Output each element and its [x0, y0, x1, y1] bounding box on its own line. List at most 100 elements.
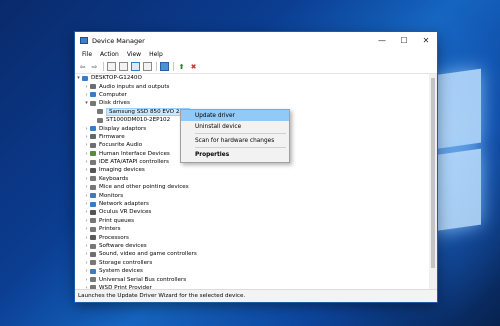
view-icon[interactable] [143, 62, 152, 71]
expand-arrow-icon[interactable]: › [83, 167, 90, 173]
show-hide-console-tree-icon[interactable] [107, 62, 116, 71]
expand-arrow-icon[interactable]: › [83, 218, 90, 224]
tree-item-label: Monitors [99, 192, 124, 199]
printer-icon [90, 226, 96, 232]
scan-hardware-icon[interactable] [160, 62, 169, 71]
tree-category-item[interactable]: › Audio inputs and outputs [75, 82, 429, 90]
uninstall-icon[interactable]: ✖ [189, 62, 198, 71]
expand-arrow-icon[interactable]: › [83, 184, 90, 190]
tree-item-label: Sound, video and game controllers [99, 251, 197, 258]
menu-file[interactable]: File [78, 51, 96, 58]
controller-icon [90, 260, 96, 266]
expand-arrow-icon[interactable]: › [83, 209, 90, 215]
expand-arrow-icon[interactable]: › [83, 84, 90, 90]
tree-item-label: ST1000DM010-2EP102 [106, 117, 171, 124]
tree-item-label: Display adaptors [99, 125, 147, 132]
device-manager-icon [80, 37, 88, 44]
update-driver-icon[interactable]: ⬆ [177, 62, 186, 71]
tree-category-item[interactable]: › Printers [75, 225, 429, 233]
speaker-icon [90, 142, 96, 148]
expand-arrow-icon[interactable]: › [83, 142, 90, 148]
expand-arrow-icon[interactable]: › [83, 193, 90, 199]
tree-root[interactable]: ▾ DESKTOP-G1240O [75, 74, 429, 82]
expand-arrow-icon[interactable]: › [83, 92, 90, 98]
tree-item-label: Disk drives [99, 100, 130, 107]
expand-arrow-icon[interactable]: › [83, 176, 90, 182]
expand-arrow-icon[interactable]: › [83, 226, 90, 232]
tree-item-label: Keyboards [99, 175, 129, 182]
expand-arrow-icon[interactable]: › [83, 268, 90, 274]
menu-properties[interactable]: Properties [181, 149, 289, 160]
tree-category-item[interactable]: › System devices [75, 267, 429, 275]
tree-category-item[interactable]: › Sound, video and game controllers [75, 250, 429, 258]
tree-item-label: System devices [99, 268, 143, 275]
title-bar: Device Manager — ☐ ✕ [75, 32, 437, 49]
menu-scan-hardware[interactable]: Scan for hardware changes [181, 135, 289, 146]
collapse-arrow-icon[interactable]: ▾ [75, 75, 82, 81]
close-button[interactable]: ✕ [415, 32, 437, 49]
tree-item-label: Human Interface Devices [99, 150, 170, 157]
tree-item-label: Samsung SSD 850 EVO 250 [106, 107, 190, 116]
tree-category-item[interactable]: › Universal Serial Bus controllers [75, 275, 429, 283]
camera-icon [90, 167, 96, 173]
status-bar: Launches the Update Driver Wizard for th… [75, 289, 437, 302]
scrollbar-thumb[interactable] [431, 78, 435, 268]
computer-icon [90, 92, 96, 98]
network-icon [90, 201, 96, 207]
maximize-button[interactable]: ☐ [393, 32, 415, 49]
expand-arrow-icon[interactable]: › [83, 251, 90, 257]
controller-icon [90, 159, 96, 165]
toolbar-separator [156, 62, 157, 71]
monitor-icon [90, 193, 96, 199]
menu-update-driver[interactable]: Update driver [181, 110, 289, 121]
toolbar-separator [173, 62, 174, 71]
expand-arrow-icon[interactable]: › [83, 277, 90, 283]
tree-category-item[interactable]: › Mice and other pointing devices [75, 183, 429, 191]
tree-item-label: Imaging devices [99, 167, 145, 174]
tree-category-item[interactable]: › Storage controllers [75, 259, 429, 267]
expand-arrow-icon[interactable]: › [83, 201, 90, 207]
help-icon[interactable] [131, 62, 140, 71]
vertical-scrollbar[interactable] [429, 74, 437, 290]
expand-arrow-icon[interactable]: › [83, 134, 90, 140]
device-tree: ▾ DESKTOP-G1240O › Audio inputs and outpu… [75, 74, 429, 290]
tree-item-label: Printers [99, 226, 121, 233]
tree-category-item[interactable]: › Processors [75, 233, 429, 241]
menu-help[interactable]: Help [145, 51, 167, 58]
expand-arrow-icon[interactable]: › [83, 243, 90, 249]
forward-button[interactable]: ⇨ [90, 62, 99, 71]
menu-uninstall-device[interactable]: Uninstall device [181, 121, 289, 132]
expand-arrow-icon[interactable]: › [83, 151, 90, 157]
vr-icon [90, 209, 96, 215]
properties-icon[interactable] [119, 62, 128, 71]
tree-category-item[interactable]: › Imaging devices [75, 166, 429, 174]
collapse-arrow-icon[interactable]: ▾ [83, 100, 90, 106]
disk-icon [90, 100, 96, 106]
menu-separator [195, 147, 286, 148]
tree-item-label: Firmware [99, 133, 125, 140]
tree-item-label: Computer [99, 91, 127, 98]
tree-category-item[interactable]: › Software devices [75, 242, 429, 250]
tree-item-label: Focusrite Audio [99, 142, 143, 149]
tree-category-item[interactable]: › Keyboards [75, 175, 429, 183]
tree-item-label: Software devices [99, 243, 147, 249]
expand-arrow-icon[interactable]: › [83, 260, 90, 266]
tree-item-label: Mice and other pointing devices [99, 184, 189, 191]
tree-category-item[interactable]: › Monitors [75, 191, 429, 199]
tree-category-item[interactable]: › Computer [75, 91, 429, 99]
back-button[interactable]: ⇦ [78, 62, 87, 71]
tree-category-item[interactable]: › Oculus VR Devices [75, 208, 429, 216]
expand-arrow-icon[interactable]: › [83, 235, 90, 241]
tree-category-item[interactable]: › Network adapters [75, 200, 429, 208]
menu-view[interactable]: View [123, 51, 145, 58]
tree-category-item[interactable]: › Print queues [75, 217, 429, 225]
tree-item-label: Audio inputs and outputs [99, 83, 170, 90]
expand-arrow-icon[interactable]: › [83, 126, 90, 132]
menu-action[interactable]: Action [96, 51, 123, 58]
toolbar: ⇦ ⇨ ⬆ ✖ [75, 60, 437, 74]
tree-category-item[interactable]: ▾ Disk drives [75, 99, 429, 107]
minimize-button[interactable]: — [371, 32, 393, 49]
chip-icon [90, 134, 96, 140]
expand-arrow-icon[interactable]: › [83, 159, 90, 165]
tree-item-label: IDE ATA/ATAPI controllers [99, 159, 169, 166]
